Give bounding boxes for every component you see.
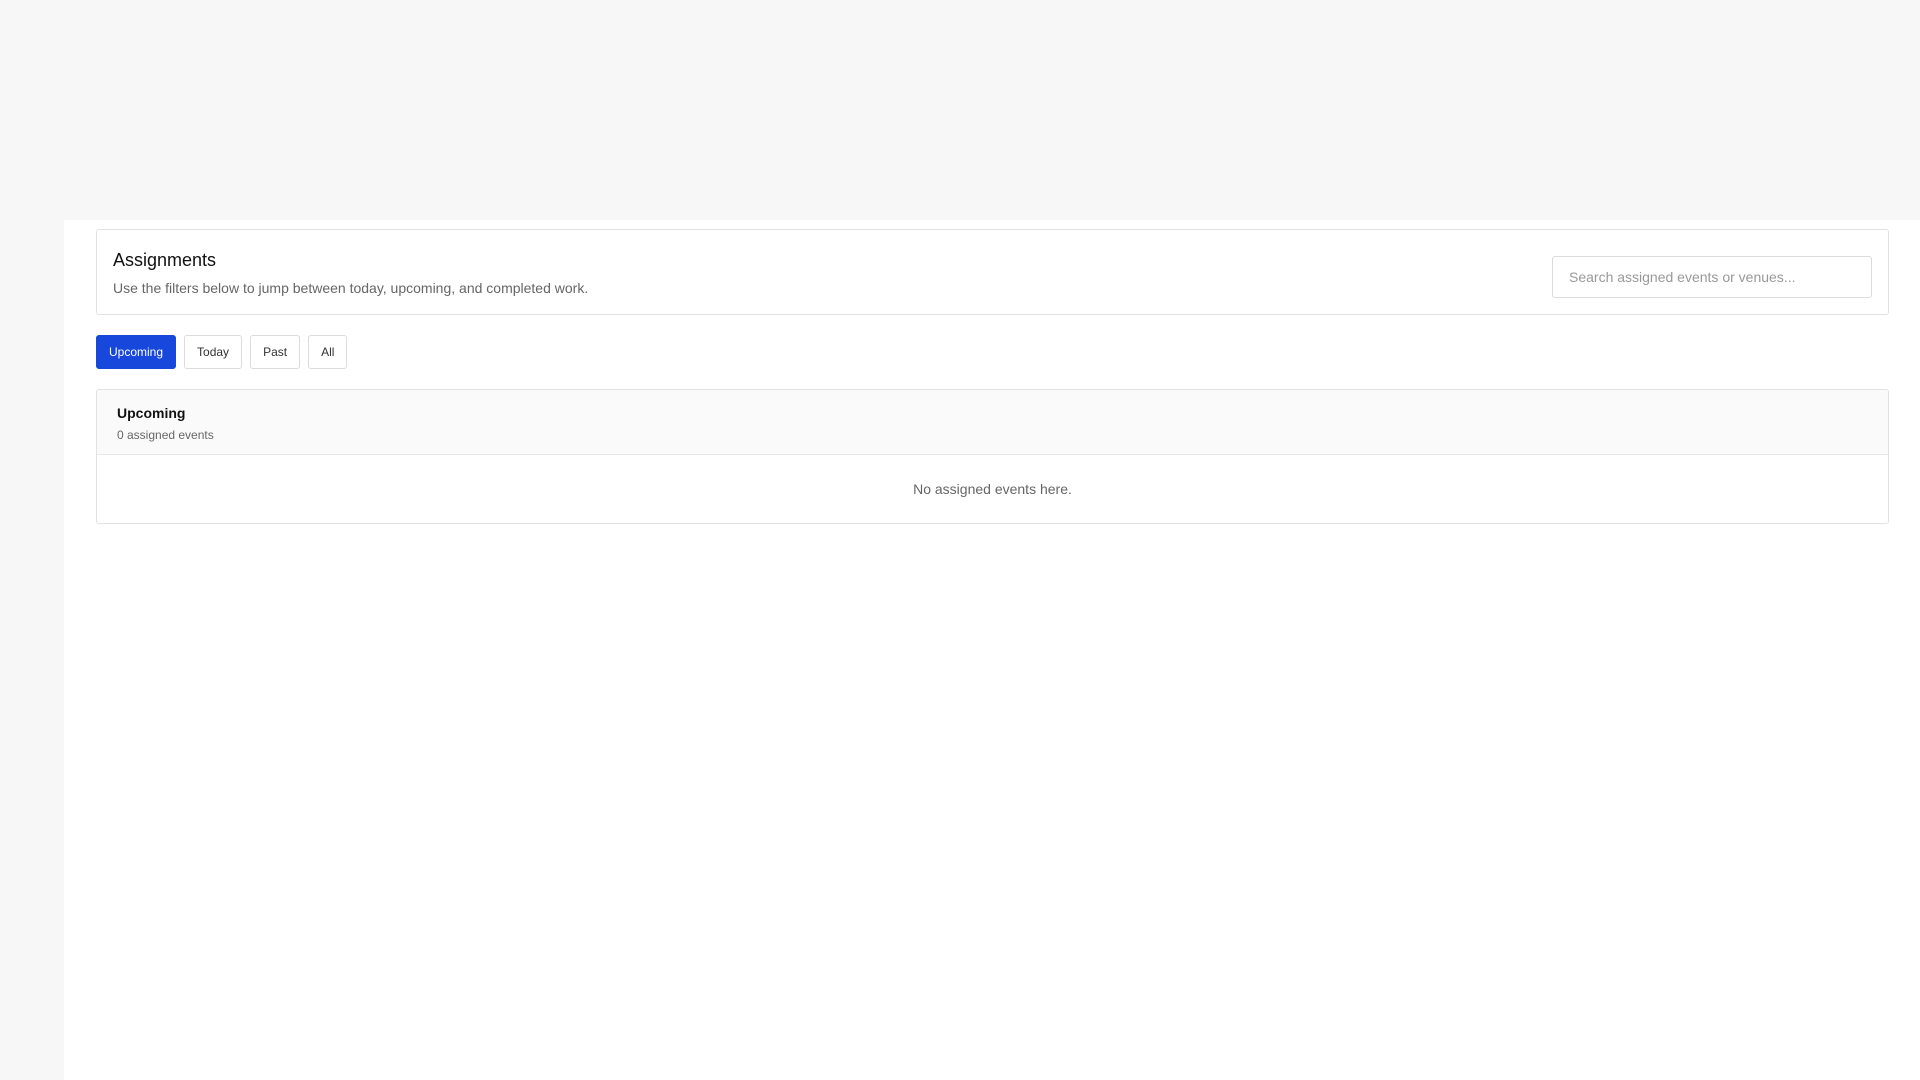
filter-past-button[interactable]: Past [250,335,301,369]
page-title: Assignments [113,250,217,270]
filter-bar: Upcoming Today Past All [96,335,348,369]
assignments-list-card: Upcoming 0 assigned events No assigned e… [96,389,1889,524]
main-content: Assignments Use the filters below to jum… [64,220,1920,1080]
page: Assignments Use the filters below to jum… [0,0,1920,1080]
list-title: Upcoming [117,405,186,421]
search-input[interactable] [1552,256,1872,298]
page-subtitle: Use the filters below to jump between to… [113,280,589,296]
list-header: Upcoming 0 assigned events [97,390,1888,455]
assignments-header-card: Assignments Use the filters below to jum… [96,229,1889,315]
empty-state-message: No assigned events here. [913,481,1072,497]
list-count: 0 assigned events [117,428,214,442]
filter-upcoming-button[interactable]: Upcoming [96,335,177,369]
filter-today-button[interactable]: Today [184,335,243,369]
filter-all-button[interactable]: All [308,335,348,369]
